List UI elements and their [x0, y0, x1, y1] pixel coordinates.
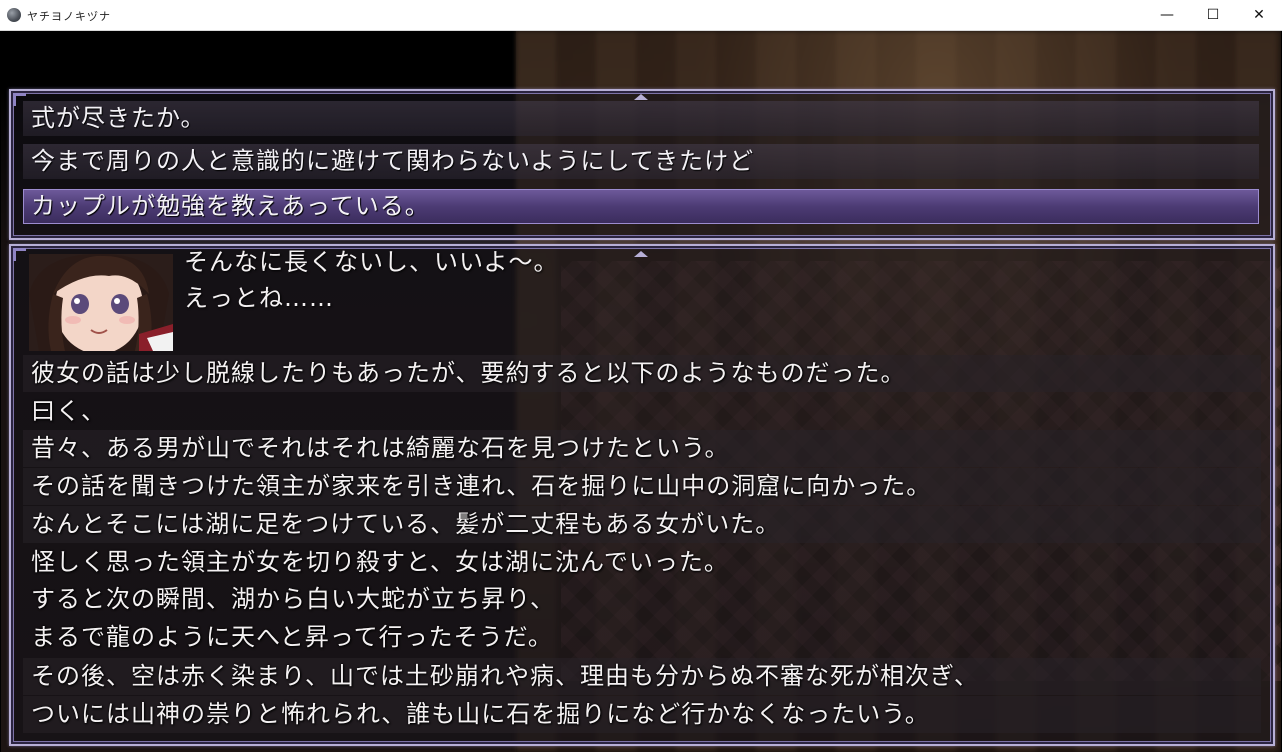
- speech-line-1: そんなに長くないし、いいよ〜。: [184, 248, 559, 276]
- game-scene[interactable]: 式が尽きたか。 今まで周りの人と意識的に避けて関わらないようにしてきたけど カッ…: [1, 31, 1281, 752]
- log-line: その後、空は赤く染まり、山では土砂崩れや病、理由も分からぬ不審な死が相次ぎ、: [23, 658, 1261, 695]
- window-title: ヤチヨノキヅナ: [27, 10, 111, 23]
- choice-label: 今まで周りの人と意識的に避けて関わらないようにしてきたけど: [31, 147, 755, 175]
- log-line: その話を聞きつけた領主が家来を引き連れ、石を掘りに山中の洞窟に向かった。: [23, 468, 1261, 505]
- speech-line-2: えっとね……: [184, 284, 334, 312]
- scroll-up-arrow-icon[interactable]: [634, 94, 648, 100]
- minimize-button[interactable]: —: [1144, 0, 1190, 30]
- choice-label: 式が尽きたか。: [31, 104, 206, 132]
- window-titlebar[interactable]: ヤチヨノキヅナ — ☐ ✕: [0, 0, 1282, 31]
- minimize-icon: —: [1160, 7, 1174, 23]
- log-line: 曰く、: [31, 397, 106, 425]
- choice-item-1[interactable]: 式が尽きたか。: [23, 101, 1259, 136]
- character-face-icon: [29, 254, 173, 351]
- choice-item-3-selected[interactable]: カップルが勉強を教えあっている。: [23, 189, 1259, 224]
- log-line: まるで龍のように天へと昇って行ったそうだ。: [31, 623, 553, 651]
- maximize-icon: ☐: [1206, 7, 1220, 23]
- log-line: 怪しく思った領主が女を切り殺すと、女は湖に沈んでいった。: [31, 548, 729, 576]
- close-button[interactable]: ✕: [1236, 0, 1282, 30]
- character-portrait: [29, 254, 173, 351]
- log-line: なんとそこには湖に足をつけている、髪が二丈程もある女がいた。: [23, 506, 1261, 543]
- window-corner-ornament: [13, 248, 26, 261]
- choice-item-2[interactable]: 今まで周りの人と意識的に避けて関わらないようにしてきたけど: [23, 144, 1259, 179]
- maximize-button[interactable]: ☐: [1190, 0, 1236, 30]
- log-line: すると次の瞬間、湖から白い大蛇が立ち昇り、: [31, 585, 556, 613]
- log-line: 彼女の話は少し脱線したりもあったが、要約すると以下のようなものだった。: [23, 355, 1261, 392]
- close-icon: ✕: [1253, 7, 1265, 23]
- app-icon: [7, 8, 21, 22]
- choice-label: カップルが勉強を教えあっている。: [31, 192, 430, 220]
- scroll-up-arrow-icon[interactable]: [634, 251, 648, 257]
- log-line: 昔々、ある男が山でそれはそれは綺麗な石を見つけたという。: [23, 430, 1261, 467]
- log-line: ついには山神の祟りと怖れられ、誰も山に石を掘りになど行かなくなったいう。: [23, 696, 1261, 733]
